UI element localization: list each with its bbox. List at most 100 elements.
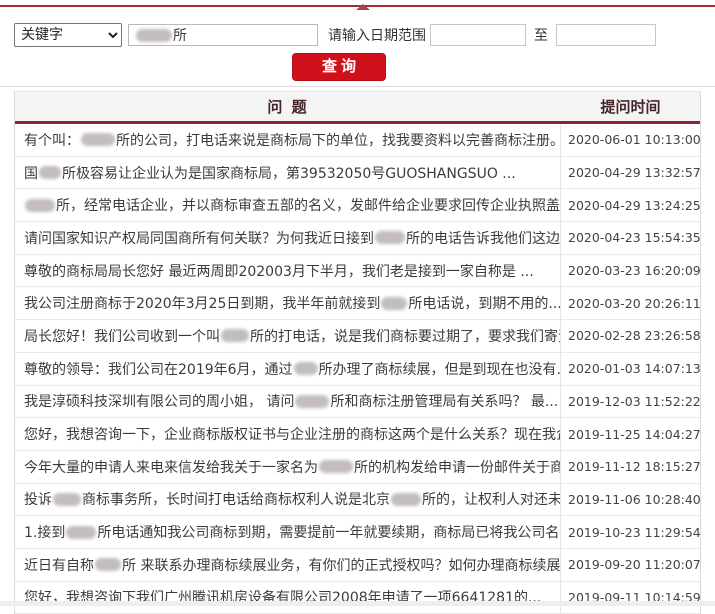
question-text: 所的，让权利人对还未到续... [422, 492, 561, 509]
question-text: 我是淳硕科技深圳有限公司的周小姐， 请问 [24, 394, 295, 411]
date-to-input[interactable] [556, 24, 656, 46]
question-cell[interactable]: 请问国家知识产权局同国商所有何关联？为何我近日接到 所的电话告诉我他们这边是知..… [15, 222, 561, 254]
table-row[interactable]: 今年大量的申请人来电来信发给我关于一家名为 所的机构发给申请一份邮件关于商标续..… [15, 450, 701, 484]
top-accent-rule [0, 4, 715, 10]
question-cell[interactable]: 您好，我想咨询下我们广州腾讯机房设备有限公司2008年申请了一项6641281的… [15, 581, 561, 614]
question-text: 投诉 [24, 492, 52, 509]
question-cell[interactable]: 1.接到 所电话通知我公司商标到期，需要提前一年就要续期，商标局已将我公司名单..… [15, 516, 561, 548]
footer-strip [0, 601, 715, 606]
question-cell[interactable]: 国 所极容易让企业认为是国家商标局，第39532050号GUOSHANGSUO .… [15, 156, 561, 189]
question-time: 2020-03-20 20:26:11 [568, 295, 701, 311]
question-text: 请问国家知识产权局同国商所有何关联？为何我近日接到 [24, 230, 374, 247]
redacted-text-blur [53, 492, 81, 506]
question-cell[interactable]: 尊敬的商标局局长您好 最近两周即202003月下半月，我们老是接到一家自称是 .… [15, 254, 561, 287]
questions-table: 问 题 提问时间 有个叫： 所的公司，打电话来说是商标局下的单位，找我要资料以完善… [14, 91, 701, 614]
redacted-text-blur [319, 460, 353, 474]
question-text: 所的公司，打电话来说是商标局下的单位，找我要资料以完善商标注册。但我... [116, 132, 561, 149]
question-text: 局长您好！我们公司收到一个叫 [24, 328, 220, 345]
redacted-text-blur [25, 198, 55, 212]
question-cell[interactable]: 所，经常电话企业，并以商标审查五部的名义，发邮件给企业要求回传企业执照盖章扫..… [15, 189, 561, 222]
column-header-question: 问 题 [267, 98, 309, 116]
question-text: 所极容易让企业认为是国家商标局，第39532050号GUOSHANGSUO ..… [62, 165, 516, 182]
question-text: 所的打电话，说是我们商标要过期了，要求我们寄资料... [250, 328, 560, 345]
table-row[interactable]: 请问国家知识产权局同国商所有何关联？为何我近日接到 所的电话告诉我他们这边是知..… [15, 222, 701, 255]
question-text: 近日有自称 [24, 557, 94, 574]
question-time: 2019-09-20 11:20:07 [568, 557, 701, 573]
column-header-time: 提问时间 [600, 98, 661, 116]
date-from-input[interactable] [430, 24, 526, 46]
question-text: 所的机构发给申请一份邮件关于商标续... [354, 459, 561, 476]
question-text: 国 [24, 165, 38, 182]
date-range-label: 请输入日期范围 [328, 28, 426, 44]
question-text: 所和商标注册管理局有关系吗？ 最... [330, 394, 559, 411]
question-cell[interactable]: 我是淳硕科技深圳有限公司的周小姐， 请问 所和商标注册管理局有关系吗？ 最... [15, 385, 561, 418]
redacted-text-blur [221, 329, 249, 343]
question-text: 尊敬的领导：我们公司在2019年6月，通过 [24, 361, 293, 378]
redacted-text-blur [95, 558, 121, 572]
table-row[interactable]: 投诉 商标事务所，长时间打电话给商标权利人说是北京 所的，让权利人对还未到续... 2… [15, 483, 701, 517]
section-divider [0, 86, 715, 87]
question-text: 1.接到 [24, 525, 66, 542]
search-button[interactable]: 查询 [292, 53, 386, 81]
table-header-row: 问 题 提问时间 [15, 92, 700, 124]
question-time: 2019-12-03 11:52:22 [568, 393, 701, 409]
table-row[interactable]: 您好，我想咨询下我们广州腾讯机房设备有限公司2008年申请了一项6641281的… [15, 581, 701, 614]
redacted-text-blur [391, 492, 421, 506]
redacted-text-blur [136, 28, 172, 42]
keyword-type-select[interactable]: 关键字 [14, 23, 122, 47]
question-cell[interactable]: 局长您好！我们公司收到一个叫 所的打电话，说是我们商标要过期了，要求我们寄资料..… [15, 320, 561, 352]
date-to-label: 至 [534, 28, 548, 44]
redacted-text-blur [39, 166, 61, 180]
question-time: 2019-11-25 14:04:27 [568, 426, 701, 442]
question-time: 2020-04-23 15:54:35 [568, 230, 701, 246]
question-time: 2019-11-12 18:15:27 [568, 459, 701, 475]
question-cell[interactable]: 投诉 商标事务所，长时间打电话给商标权利人说是北京 所的，让权利人对还未到续... [15, 483, 561, 516]
question-text: 所，经常电话企业，并以商标审查五部的名义，发邮件给企业要求回传企业执照盖章扫..… [56, 198, 561, 215]
keyword-input[interactable]: 所 [128, 24, 318, 46]
question-time: 2020-02-28 23:26:58 [568, 328, 701, 344]
search-form: 关键字 所 请输入日期范围 至 [14, 23, 656, 47]
question-text: 所电话说，到期不用的... [408, 296, 561, 313]
table-row[interactable]: 国 所极容易让企业认为是国家商标局，第39532050号GUOSHANGSUO .… [15, 156, 701, 190]
question-text: 商标事务所，长时间打电话给商标权利人说是北京 [82, 492, 390, 509]
question-cell[interactable]: 今年大量的申请人来电来信发给我关于一家名为 所的机构发给申请一份邮件关于商标续..… [15, 450, 561, 483]
table-row[interactable]: 局长您好！我们公司收到一个叫 所的打电话，说是我们商标要过期了，要求我们寄资料..… [15, 320, 701, 353]
table-body: 有个叫： 所的公司，打电话来说是商标局下的单位，找我要资料以完善商标注册。但我..… [15, 124, 701, 614]
table-row[interactable]: 所，经常电话企业，并以商标审查五部的名义，发邮件给企业要求回传企业执照盖章扫..… [15, 189, 701, 223]
table-row[interactable]: 尊敬的领导：我们公司在2019年6月，通过 所办理了商标续展，但是到现在也没有..… [15, 352, 701, 386]
question-text: 所办理了商标续展，但是到现在也没有... [318, 361, 561, 378]
question-text: 所的电话告诉我他们这边是知... [406, 230, 560, 247]
table-row[interactable]: 您好，我想咨询一下，企业商标版权证书与企业注册的商标这两个是什么关系？现在我企业… [15, 418, 701, 451]
table-row[interactable]: 我公司注册商标于2020年3月25日到期，我半年前就接到 所电话说，到期不用的..… [15, 287, 701, 321]
question-cell[interactable]: 您好，我想咨询一下，企业商标版权证书与企业注册的商标这两个是什么关系？现在我企业… [15, 418, 561, 450]
table-row[interactable]: 近日有自称 所 来联系办理商标续展业务，有你们的正式授权吗？如何办理商标续展..… [15, 548, 701, 582]
keyword-input-text: 所 [173, 28, 187, 44]
redacted-text-blur [81, 133, 115, 147]
redacted-text-blur [375, 231, 405, 245]
redacted-text-blur [293, 362, 318, 376]
question-cell[interactable]: 近日有自称 所 来联系办理商标续展业务，有你们的正式授权吗？如何办理商标续展..… [15, 548, 561, 581]
question-cell[interactable]: 有个叫： 所的公司，打电话来说是商标局下的单位，找我要资料以完善商标注册。但我..… [15, 124, 561, 156]
table-row[interactable]: 我是淳硕科技深圳有限公司的周小姐， 请问 所和商标注册管理局有关系吗？ 最... 2… [15, 385, 701, 419]
question-time: 2020-04-29 13:24:25 [568, 197, 701, 213]
question-text: 所电话通知我公司商标到期，需要提前一年就要续期，商标局已将我公司名单... [97, 525, 561, 542]
question-cell[interactable]: 我公司注册商标于2020年3月25日到期，我半年前就接到 所电话说，到期不用的..… [15, 287, 561, 320]
question-time: 2019-10-23 11:29:54 [568, 524, 701, 540]
table-row[interactable]: 1.接到 所电话通知我公司商标到期，需要提前一年就要续期，商标局已将我公司名单..… [15, 516, 701, 549]
question-text: 尊敬的商标局局长您好 最近两周即202003月下半月，我们老是接到一家自称是 .… [24, 263, 534, 280]
question-time: 2020-01-03 14:07:13 [568, 361, 701, 377]
question-time: 2020-04-29 13:32:57 [568, 165, 701, 181]
question-text: 您好，我想咨询一下，企业商标版权证书与企业注册的商标这两个是什么关系？现在我企业… [24, 427, 561, 444]
question-text: 我公司注册商标于2020年3月25日到期，我半年前就接到 [24, 296, 381, 313]
table-row[interactable]: 有个叫： 所的公司，打电话来说是商标局下的单位，找我要资料以完善商标注册。但我..… [15, 124, 701, 157]
question-time: 2020-03-23 16:20:09 [568, 263, 701, 279]
redacted-text-blur [66, 525, 97, 539]
question-text: 所 来联系办理商标续展业务，有你们的正式授权吗？如何办理商标续展... [122, 557, 561, 574]
question-cell[interactable]: 尊敬的领导：我们公司在2019年6月，通过 所办理了商标续展，但是到现在也没有..… [15, 352, 561, 385]
table-row[interactable]: 尊敬的商标局局长您好 最近两周即202003月下半月，我们老是接到一家自称是 .… [15, 254, 701, 288]
question-time: 2020-06-01 10:13:00 [568, 132, 701, 148]
top-arrow-marker [356, 4, 370, 10]
redacted-text-blur [381, 296, 408, 310]
question-text: 有个叫： [24, 132, 80, 149]
redacted-text-blur [295, 394, 330, 408]
